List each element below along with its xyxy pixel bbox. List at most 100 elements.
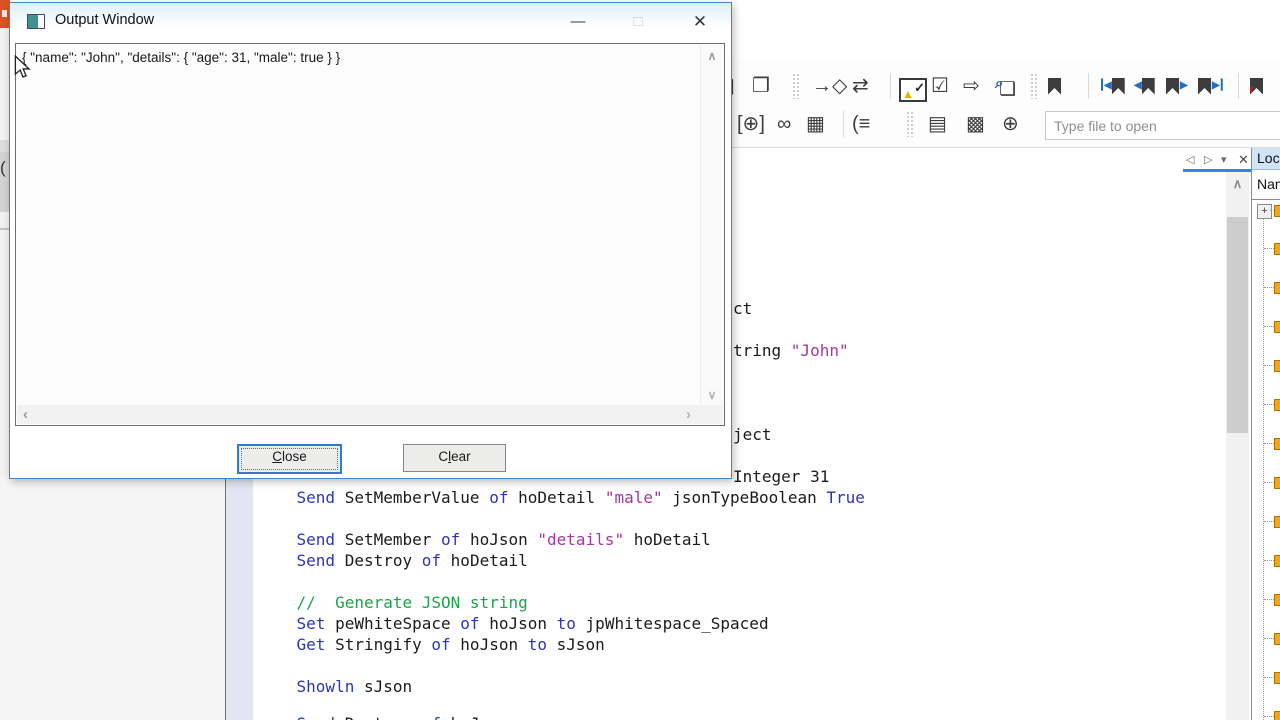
bookmark-arrow: ┃◀: [1099, 70, 1111, 102]
output-vertical-scrollbar[interactable]: ∧ ∨: [700, 45, 723, 404]
file-open-input[interactable]: [1045, 111, 1280, 140]
code-line[interactable]: Send SetMember of hoJson "details" hoDet…: [258, 529, 711, 550]
bookmark-ribbon: [1142, 78, 1155, 95]
dialog-titlebar[interactable]: Output Window — □ ✕: [10, 3, 731, 41]
database-web-icon[interactable]: ⊕: [1002, 108, 1019, 140]
editor-scrollbar-thumb[interactable]: [1227, 217, 1248, 433]
call-stack-icon[interactable]: (≡: [852, 108, 870, 140]
clipped-text-fragment: (: [0, 158, 9, 178]
database-table-icon[interactable]: ▤: [928, 108, 947, 140]
tree-item-icon[interactable]: [1274, 321, 1280, 333]
first-bookmark-icon[interactable]: ┃◀: [1098, 76, 1125, 96]
toggle-bookmark-icon[interactable]: +: [1048, 76, 1061, 96]
deploy-object-icon[interactable]: →◇: [812, 70, 847, 102]
close-window-button[interactable]: ✕: [683, 9, 717, 35]
code-line[interactable]: Integer 31: [733, 466, 829, 487]
compile-warnings-icon[interactable]: ▲✓: [899, 74, 927, 106]
scroll-down-icon[interactable]: ∨: [701, 388, 723, 402]
locals-panel-tab[interactable]: Locals: [1252, 148, 1280, 170]
tab-menu-icon[interactable]: ▾: [1221, 151, 1227, 169]
tree-item-icon[interactable]: [1274, 282, 1280, 294]
check-icon: ✓: [914, 81, 925, 94]
code-line[interactable]: Showln sJson: [258, 676, 412, 697]
code-line[interactable]: Set peWhiteSpace of hoJson to jpWhitespa…: [258, 613, 769, 634]
bookmark-ribbon: +: [1048, 78, 1061, 95]
tree-item-icon[interactable]: [1274, 711, 1280, 720]
tree-item-icon[interactable]: [1274, 399, 1280, 411]
tab-scroll-left-icon[interactable]: ◁: [1186, 151, 1194, 169]
sync-arrows-icon[interactable]: ⇄: [852, 70, 869, 102]
tree-item-icon[interactable]: [1274, 205, 1280, 217]
group-separator-dots: [906, 111, 914, 137]
tree-item-icon[interactable]: [1274, 594, 1280, 606]
scroll-right-icon[interactable]: ›: [686, 405, 691, 424]
tree-item-icon[interactable]: [1274, 477, 1280, 489]
name-column-header[interactable]: Name: [1252, 170, 1280, 199]
clear-bookmarks-icon[interactable]: ✕: [1250, 76, 1263, 96]
code-line[interactable]: Send SetMemberValue of hoDetail "male" j…: [258, 487, 865, 508]
output-window-dialog: Output Window — □ ✕ { "name": "John", "d…: [9, 2, 732, 479]
group-separator-dots: [1030, 73, 1038, 99]
close-button[interactable]: Close: [237, 444, 342, 474]
bookmark-arrow: ▶: [1180, 70, 1187, 102]
mouse-cursor: [14, 55, 32, 79]
minimize-button[interactable]: —: [561, 9, 595, 35]
output-horizontal-scrollbar[interactable]: ‹ ›: [17, 405, 723, 424]
scroll-left-icon[interactable]: ‹: [23, 405, 28, 424]
background-fragment: [0, 228, 9, 230]
clear-button[interactable]: Clear: [403, 444, 506, 472]
background-fragment: [0, 140, 9, 152]
locals-tree[interactable]: +: [1252, 200, 1280, 720]
tree-item-icon[interactable]: [1274, 555, 1280, 567]
clear-button-label: Clear: [438, 449, 470, 464]
tree-item-icon[interactable]: [1274, 516, 1280, 528]
bookmark-ribbon: [1112, 78, 1125, 95]
separator: [890, 73, 891, 99]
code-line[interactable]: Send Destroy of hoJson: [258, 713, 508, 720]
tab-scroll-right-icon[interactable]: ▷: [1204, 151, 1212, 169]
bookmark-ribbon: ✕: [1250, 78, 1263, 95]
tree-item-icon[interactable]: [1274, 633, 1280, 645]
code-line[interactable]: ject: [733, 424, 772, 445]
warning-triangle-icon: ▲: [902, 88, 914, 100]
tree-item-icon[interactable]: [1274, 672, 1280, 684]
group-separator-dots: [792, 73, 800, 99]
separator: [843, 111, 844, 137]
active-tab-highlight: [1183, 169, 1252, 172]
dialog-title: Output Window: [55, 12, 154, 28]
scroll-up-icon[interactable]: ∧: [701, 49, 723, 63]
code-line[interactable]: ct: [733, 298, 752, 319]
tree-item-icon[interactable]: [1274, 360, 1280, 372]
output-json-text: { "name": "John", "details": { "age": 31…: [22, 50, 340, 65]
code-line[interactable]: tring "John": [733, 340, 849, 361]
last-bookmark-icon[interactable]: ▶┃: [1198, 76, 1225, 96]
preview-glasses-icon[interactable]: ∞: [777, 108, 791, 140]
output-window-icon: [27, 14, 45, 29]
web-object-icon[interactable]: [⊕]: [737, 108, 765, 140]
bookmark-arrow: ◀: [1134, 70, 1141, 102]
code-line[interactable]: // Generate JSON string: [258, 592, 528, 613]
workspace-background: [0, 477, 225, 720]
new-file-icon[interactable]: ❐: [752, 70, 770, 102]
bookmark-ribbon: [1166, 78, 1179, 95]
code-line[interactable]: Get Stringify of hoJson to sJson: [258, 634, 605, 655]
next-bookmark-icon[interactable]: ▶: [1166, 76, 1188, 96]
tree-expander-icon[interactable]: +: [1257, 204, 1272, 219]
code-line[interactable]: Send Destroy of hoDetail: [258, 550, 528, 571]
magnifier-icon: ⌕: [995, 68, 1003, 100]
run-project-icon[interactable]: ⇨: [963, 70, 980, 102]
database-grid-icon[interactable]: ▩: [966, 108, 985, 140]
separator: [1238, 73, 1239, 99]
table-grid-icon[interactable]: ▦: [806, 108, 825, 140]
find-in-files-icon[interactable]: ❏⌕: [997, 74, 1019, 98]
panel-close-icon[interactable]: ✕: [1238, 151, 1249, 169]
tree-item-icon[interactable]: [1274, 438, 1280, 450]
screen: ( ◫❐→◇⇄▲✓☑⇨❏⌕+┃◀◀▶▶┃✕ [⊕]∞▦(≡▤▩⊕ cttring…: [0, 0, 1280, 720]
focus-ring: [241, 448, 338, 470]
clipped-app-icon-detail: [2, 10, 7, 17]
checklist-icon[interactable]: ☑: [931, 70, 949, 102]
previous-bookmark-icon[interactable]: ◀: [1133, 76, 1155, 96]
scrollbar-up-icon[interactable]: ∧: [1226, 176, 1249, 192]
output-text-area[interactable]: { "name": "John", "details": { "age": 31…: [15, 43, 725, 426]
tree-item-icon[interactable]: [1274, 243, 1280, 255]
